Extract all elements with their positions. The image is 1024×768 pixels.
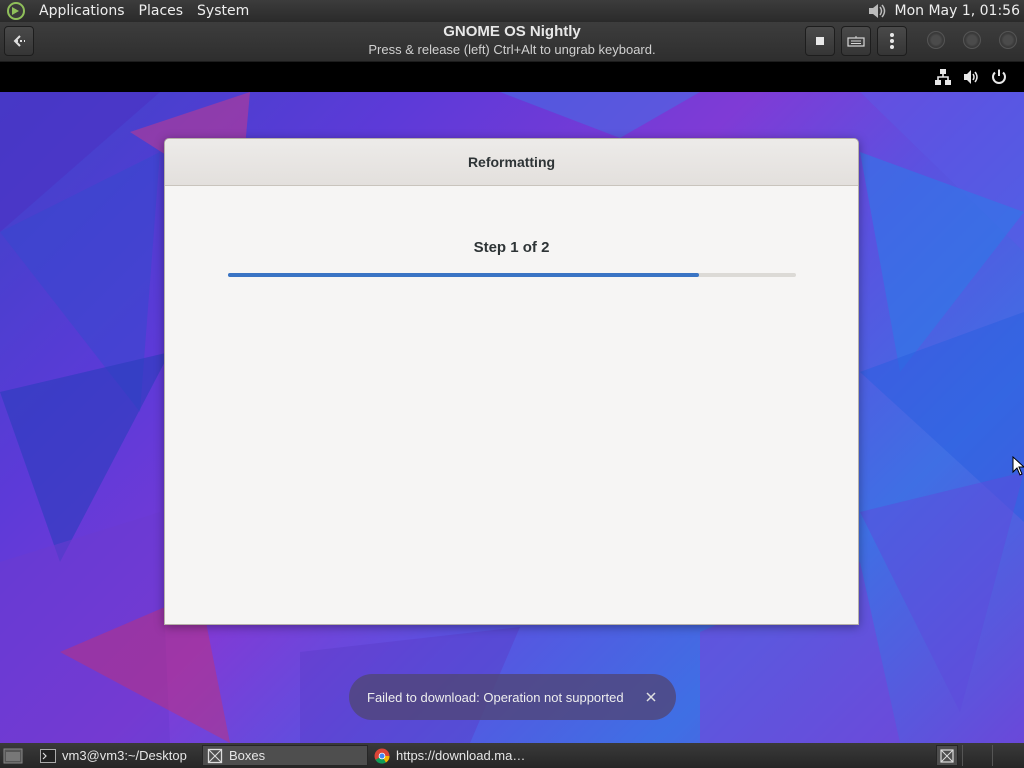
dialog-title: Reformatting xyxy=(467,154,556,170)
bottom-taskbar: vm3@vm3:~/Desktop Boxes https://download… xyxy=(0,743,1024,768)
taskbar-item-browser[interactable]: https://download.ma… xyxy=(370,745,540,766)
power-icon[interactable] xyxy=(990,68,1008,86)
menu-button[interactable] xyxy=(877,26,907,56)
close-icon xyxy=(646,692,656,702)
show-desktop-icon[interactable] xyxy=(3,747,23,765)
step-label: Step 1 of 2 xyxy=(473,239,550,256)
dialog-header: Reformatting xyxy=(165,139,858,186)
mouse-pointer-icon xyxy=(1012,456,1024,476)
error-toast: Failed to download: Operation not suppor… xyxy=(349,674,676,720)
applications-menu[interactable]: Applications xyxy=(32,0,132,22)
minimize-button[interactable] xyxy=(927,31,945,49)
taskbar-item-boxes[interactable]: Boxes xyxy=(202,745,368,766)
system-menu[interactable]: System xyxy=(190,0,256,22)
volume-icon[interactable] xyxy=(866,1,888,21)
clock[interactable]: Mon May 1, 01:56 xyxy=(894,3,1024,19)
workspace-2[interactable] xyxy=(962,745,991,766)
vertical-ellipsis-icon xyxy=(890,33,894,49)
stop-icon xyxy=(816,37,824,45)
close-window-button[interactable] xyxy=(999,31,1017,49)
boxes-header-bar: GNOME OS Nightly Press & release (left) … xyxy=(0,22,1024,62)
guest-top-bar xyxy=(0,62,1024,92)
boxes-app-icon xyxy=(207,748,223,763)
workspace-3[interactable] xyxy=(992,745,1021,766)
boxes-tray-icon xyxy=(940,748,954,763)
top-panel: Applications Places System Mon May 1, 01… xyxy=(0,0,1024,22)
taskbar-item-terminal[interactable]: vm3@vm3:~/Desktop xyxy=(36,745,200,766)
terminal-icon xyxy=(40,748,56,763)
places-menu[interactable]: Places xyxy=(132,0,191,22)
distro-logo-icon[interactable] xyxy=(6,1,26,21)
progress-bar xyxy=(228,273,796,277)
reformatting-dialog: Reformatting Step 1 of 2 xyxy=(164,138,859,625)
workspace-switcher[interactable] xyxy=(936,745,958,766)
progress-bar-fill xyxy=(228,273,700,277)
taskbar-item-label: https://download.ma… xyxy=(396,748,526,763)
stop-vm-button[interactable] xyxy=(805,26,835,56)
keyboard-shortcuts-button[interactable] xyxy=(841,26,871,56)
speaker-icon[interactable] xyxy=(962,68,980,86)
toast-close-button[interactable] xyxy=(642,688,660,706)
network-icon[interactable] xyxy=(934,68,952,86)
taskbar-item-label: Boxes xyxy=(229,748,266,763)
keyboard-icon xyxy=(847,36,865,47)
chrome-icon xyxy=(374,748,390,764)
taskbar-item-label: vm3@vm3:~/Desktop xyxy=(62,748,187,763)
maximize-button[interactable] xyxy=(963,31,981,49)
toast-message: Failed to download: Operation not suppor… xyxy=(367,689,624,705)
